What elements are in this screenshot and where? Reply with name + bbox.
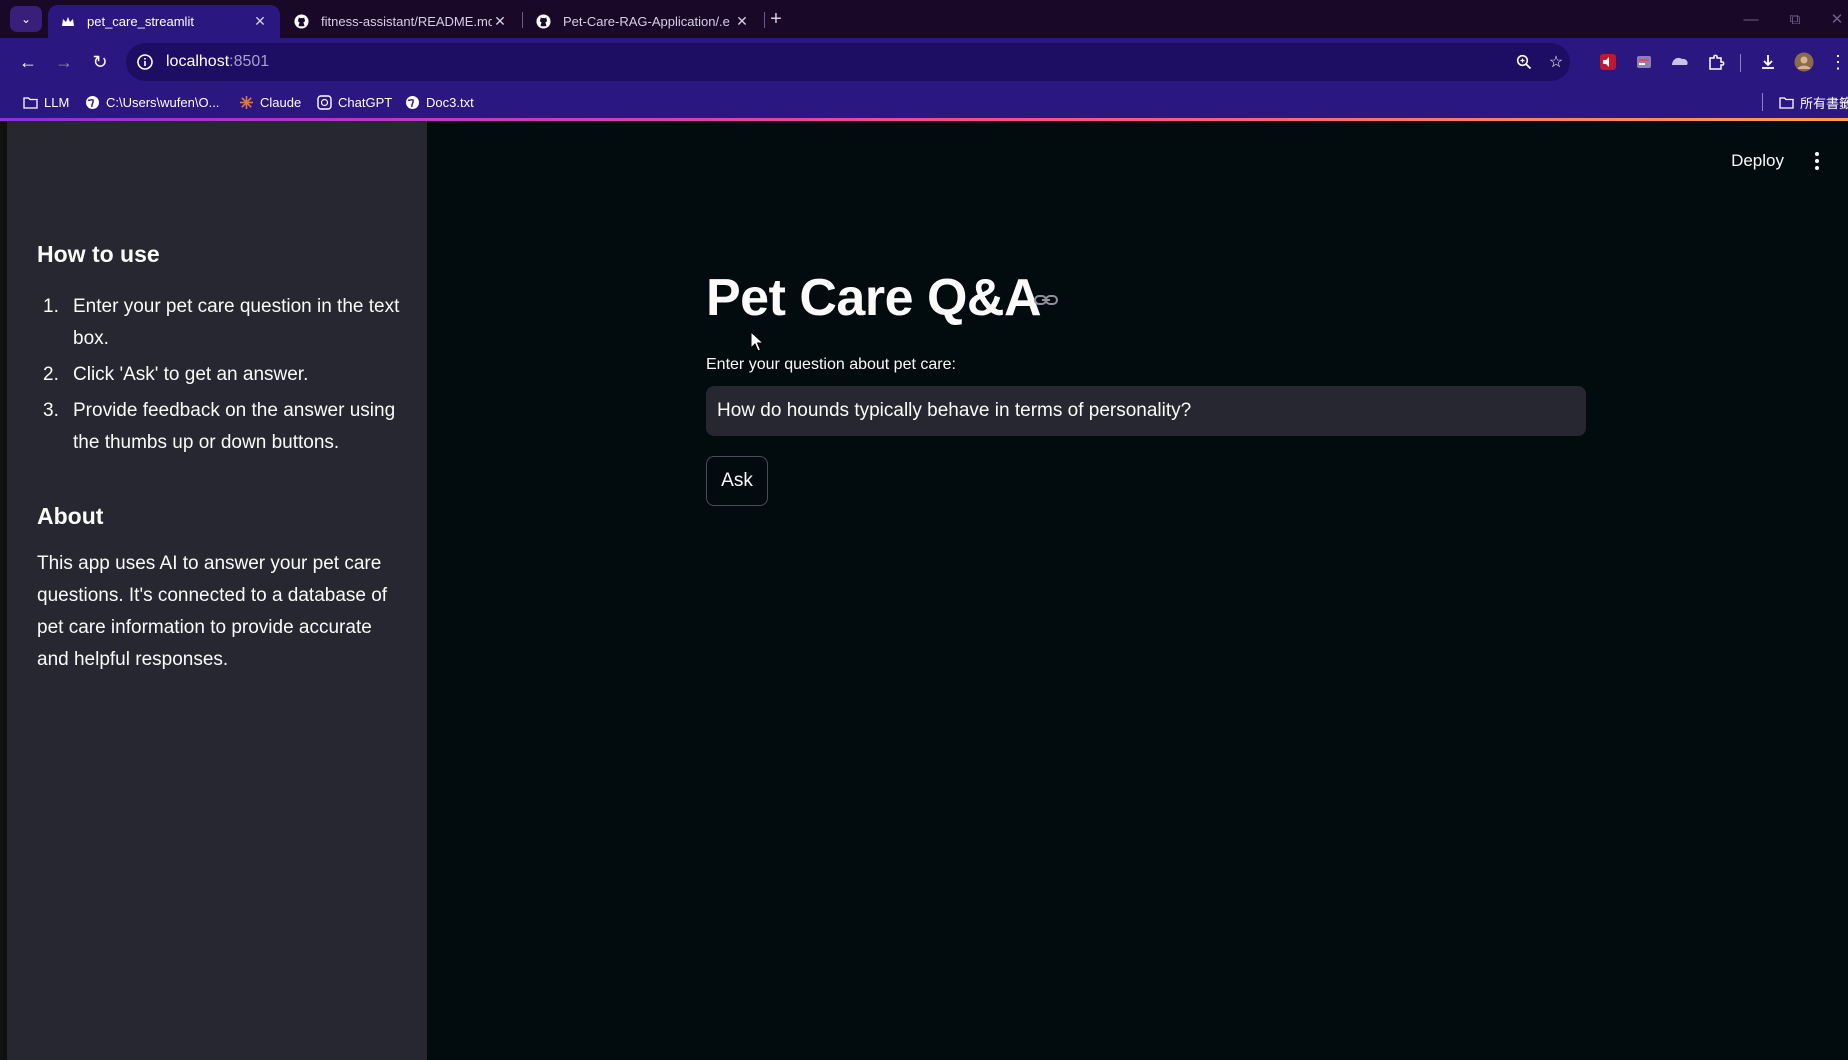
- minimize-icon: —: [1743, 10, 1759, 28]
- tab-separator: [522, 12, 523, 28]
- question-input[interactable]: How do hounds typically behave in terms …: [706, 386, 1586, 436]
- browser-toolbar: ← → ↻ localhost:8501 ☆ ⋮: [0, 38, 1848, 86]
- minimize-button[interactable]: —: [1736, 4, 1766, 34]
- tab-title: pet_care_streamlit: [87, 14, 194, 29]
- folder-icon: [22, 94, 38, 110]
- tab-pet-care-streamlit[interactable]: pet_care_streamlit ✕: [48, 5, 280, 38]
- how-to-use-heading: How to use: [37, 241, 160, 267]
- sidebar: How to use 1. Enter your pet care questi…: [7, 121, 427, 1060]
- github-icon: [536, 14, 551, 29]
- about-text: This app uses AI to answer your pet care…: [37, 553, 388, 670]
- new-tab-button[interactable]: +: [764, 6, 788, 32]
- audio-extension-icon[interactable]: [1596, 50, 1620, 74]
- star-icon[interactable]: ☆: [1546, 52, 1566, 72]
- list-item: 1. Enter your pet care question in the t…: [37, 291, 407, 355]
- step-number: 2.: [43, 364, 59, 385]
- download-icon[interactable]: [1756, 50, 1780, 74]
- chevron-down-icon: ⌄: [20, 12, 32, 26]
- url-port: :8501: [229, 53, 270, 70]
- restore-button[interactable]: ⧉: [1780, 4, 1810, 34]
- translate-extension-icon[interactable]: [1632, 50, 1656, 74]
- ask-button[interactable]: Ask: [706, 456, 768, 506]
- tab-close-icon[interactable]: ✕: [252, 13, 268, 30]
- reload-button[interactable]: ↻: [84, 46, 116, 78]
- site-info-icon[interactable]: [136, 53, 154, 71]
- tab-title: fitness-assistant/README.md: [321, 14, 492, 29]
- step-text: Enter your pet care question in the text…: [73, 296, 400, 349]
- forward-button[interactable]: →: [48, 46, 80, 78]
- step-text: Provide feedback on the answer using the…: [73, 400, 396, 453]
- github-icon: [294, 14, 309, 29]
- list-item: 2. Click 'Ask' to get an answer.: [37, 359, 407, 391]
- main-content: Deploy Pet Care Q&A Enter your question …: [427, 121, 1848, 1060]
- main-menu-icon[interactable]: [1808, 149, 1826, 173]
- arrow-right-icon: →: [55, 51, 73, 72]
- browser-menu-icon[interactable]: ⋮: [1826, 50, 1848, 74]
- bookmark-claude[interactable]: Claude: [238, 92, 301, 112]
- bookmark-label: Doc3.txt: [426, 94, 474, 110]
- back-button[interactable]: ←: [12, 46, 44, 78]
- bookmark-separator: [1762, 93, 1763, 111]
- arrow-left-icon: ←: [19, 51, 37, 72]
- all-bookmarks-folder[interactable]: 所有書籤: [1778, 92, 1848, 112]
- address-bar[interactable]: localhost:8501 ☆: [126, 43, 1570, 81]
- mouse-cursor-icon: [750, 330, 765, 353]
- bookmark-label: Claude: [260, 94, 302, 110]
- bookmark-local-path[interactable]: C:\Users\wufen\O...: [84, 92, 219, 112]
- tab-search-button[interactable]: ⌄: [10, 6, 42, 32]
- bookmark-chatgpt[interactable]: ChatGPT: [316, 92, 392, 112]
- bookmark-label: LLM: [44, 94, 70, 110]
- question-label: Enter your question about pet care:: [706, 356, 956, 373]
- streamlit-crown-icon: [60, 14, 75, 29]
- bookmark-label: 所有書籤: [1800, 95, 1848, 111]
- list-item: 3. Provide feedback on the answer using …: [37, 395, 407, 459]
- bookmark-llm[interactable]: LLM: [22, 92, 69, 112]
- chatgpt-icon: [316, 94, 332, 110]
- tab-close-icon[interactable]: ✕: [492, 13, 508, 30]
- zoom-icon[interactable]: [1514, 52, 1534, 72]
- link-icon[interactable]: [1033, 291, 1059, 309]
- about-heading: About: [37, 503, 104, 529]
- bookmark-label: ChatGPT: [338, 94, 393, 110]
- step-number: 1.: [43, 296, 59, 317]
- bookmark-label: C:\Users\wufen\O...: [106, 94, 220, 110]
- tab-title: Pet-Care-RAG-Application/.e: [563, 14, 730, 29]
- claude-icon: [238, 94, 254, 110]
- tab-pet-care-rag-application[interactable]: Pet-Care-RAG-Application/.e ✕: [524, 5, 762, 38]
- folder-icon: [1778, 94, 1794, 110]
- cloud-extension-icon[interactable]: [1668, 50, 1692, 74]
- bookmarks-bar: LLM C:\Users\wufen\O... Claude ChatGPT D…: [0, 86, 1848, 118]
- reload-icon: ↻: [92, 51, 108, 72]
- bookmark-doc3[interactable]: Doc3.txt: [404, 92, 474, 112]
- tab-fitness-assistant-readme[interactable]: fitness-assistant/README.md ✕: [282, 5, 520, 38]
- close-icon: ✕: [1830, 11, 1844, 28]
- how-to-use-list: 1. Enter your pet care question in the t…: [37, 291, 407, 463]
- tab-close-icon[interactable]: ✕: [734, 13, 750, 30]
- page-title: Pet Care Q&A: [706, 269, 1042, 327]
- globe-icon: [404, 94, 420, 110]
- close-window-button[interactable]: ✕: [1822, 4, 1848, 34]
- profile-avatar[interactable]: [1792, 50, 1816, 74]
- step-number: 3.: [43, 400, 59, 421]
- toolbar-separator: [1740, 54, 1741, 72]
- browser-tab-strip: ⌄ pet_care_streamlit ✕ fitness-assistant…: [0, 0, 1848, 38]
- step-text: Click 'Ask' to get an answer.: [73, 364, 309, 385]
- extensions-puzzle-icon[interactable]: [1704, 50, 1728, 74]
- restore-icon: ⧉: [1789, 10, 1801, 28]
- deploy-button[interactable]: Deploy: [1731, 151, 1784, 171]
- globe-icon: [84, 94, 100, 110]
- plus-icon: +: [770, 7, 782, 30]
- window-edge: [0, 121, 7, 1060]
- url-host: localhost: [166, 53, 230, 70]
